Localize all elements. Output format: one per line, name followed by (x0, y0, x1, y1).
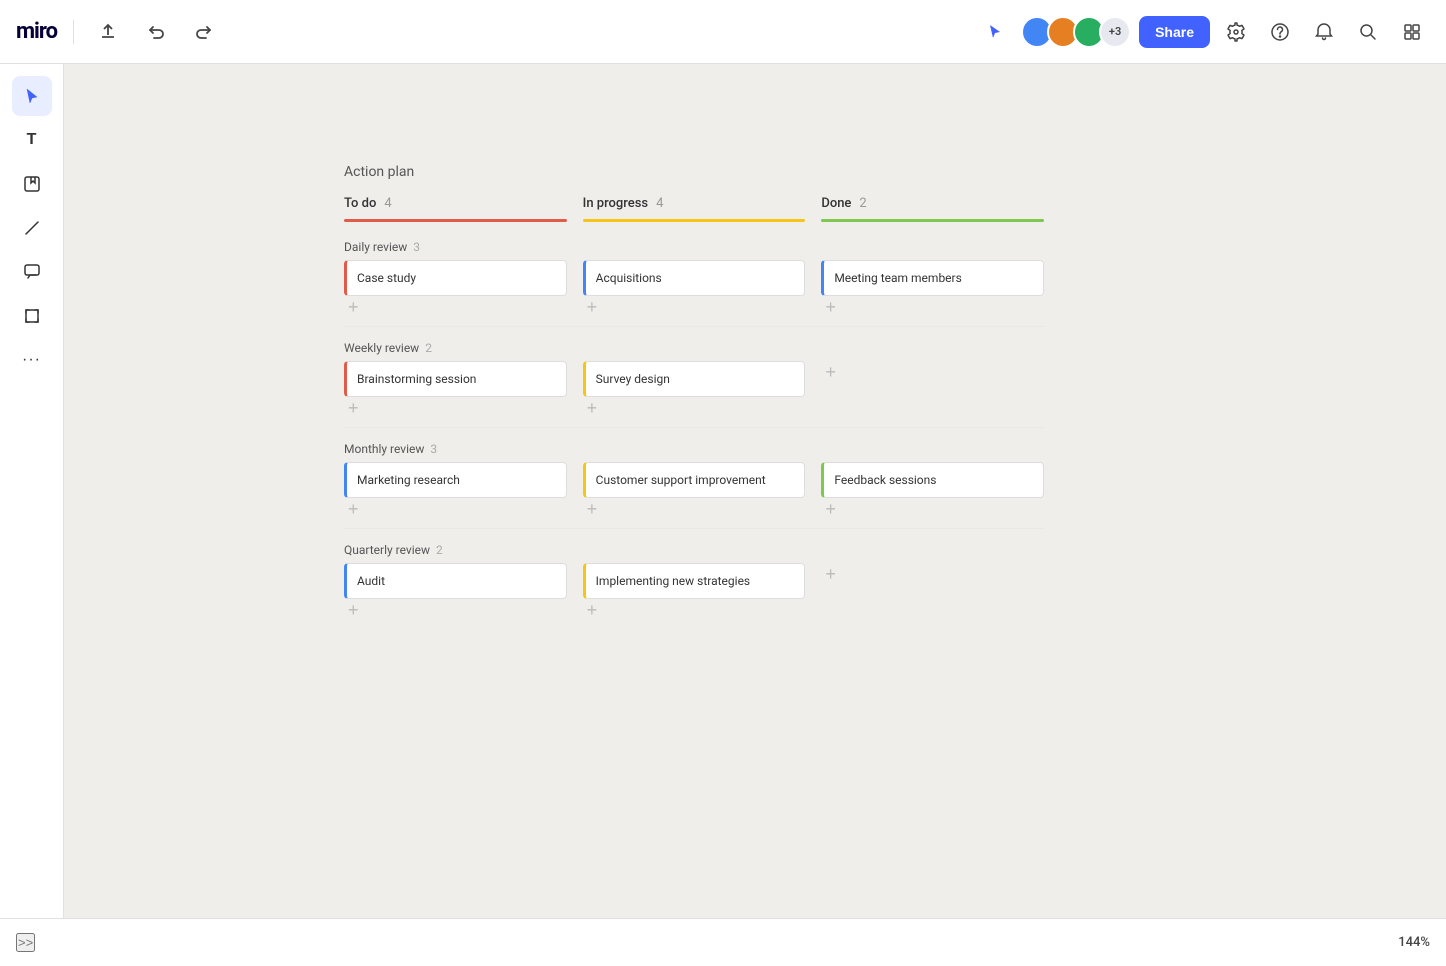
col-header-inprogress: In progress 4 (583, 196, 806, 222)
search-icon-button[interactable] (1350, 14, 1386, 50)
swimlane-daily-label: Daily review (344, 240, 407, 254)
card-meeting-team[interactable]: Meeting team members (821, 260, 1044, 296)
swimlane-quarterly-label: Quarterly review (344, 543, 430, 557)
card-marketing-research[interactable]: Marketing research (344, 462, 567, 498)
add-card-weekly-inprogress[interactable]: + (583, 397, 602, 419)
more-tools-label: ··· (22, 351, 41, 369)
add-card-quarterly-inprogress[interactable]: + (583, 599, 602, 621)
col-inprogress-label: In progress (583, 196, 648, 211)
col-inprogress-count: 4 (656, 196, 663, 211)
share-button[interactable]: Share (1139, 16, 1210, 48)
add-card-daily-done[interactable]: + (821, 296, 840, 318)
zoom-level: 144% (1398, 935, 1430, 950)
toolbar-right: +3 Share (977, 14, 1430, 50)
swimlane-monthly-label: Monthly review (344, 442, 424, 456)
frame-tool[interactable] (12, 296, 52, 336)
divider-1 (344, 326, 1044, 327)
swimlane-quarterly-count: 2 (436, 543, 443, 557)
add-card-daily-todo[interactable]: + (344, 296, 363, 318)
col-inprogress-line (583, 219, 806, 222)
swimlane-weekly-label: Weekly review (344, 341, 419, 355)
swimlane-monthly: Monthly review 3 Marketing research + Cu… (344, 432, 1044, 520)
card-audit[interactable]: Audit (344, 563, 567, 599)
card-customer-support[interactable]: Customer support improvement (583, 462, 806, 498)
text-tool[interactable]: T (12, 120, 52, 160)
text-tool-label: T (27, 131, 37, 149)
comment-tool[interactable] (12, 252, 52, 292)
expand-button[interactable]: >> (16, 933, 35, 952)
miro-logo: miro (16, 19, 57, 44)
swimlane-weekly: Weekly review 2 Brainstorming session + … (344, 331, 1044, 419)
settings-icon-button[interactable] (1218, 14, 1254, 50)
swimlane-daily-count: 3 (413, 240, 420, 254)
divider-2 (344, 427, 1044, 428)
toolbar-separator (73, 20, 74, 44)
swimlane-quarterly: Quarterly review 2 Audit + Implementing … (344, 533, 1044, 621)
help-icon-button[interactable] (1262, 14, 1298, 50)
divider-3 (344, 528, 1044, 529)
card-survey-design[interactable]: Survey design (583, 361, 806, 397)
col-header-todo: To do 4 (344, 196, 567, 222)
col-todo-label: To do (344, 196, 376, 211)
col-todo-count: 4 (384, 196, 391, 211)
card-acquisitions[interactable]: Acquisitions (583, 260, 806, 296)
add-card-monthly-todo[interactable]: + (344, 498, 363, 520)
col-todo-line (344, 219, 567, 222)
top-toolbar: miro (0, 0, 1446, 64)
card-case-study[interactable]: Case study (344, 260, 567, 296)
add-card-monthly-inprogress[interactable]: + (583, 498, 602, 520)
expand-icon: >> (18, 935, 33, 950)
canvas-area: Action plan To do 4 In progress 4 Done (64, 64, 1446, 918)
avatar-group: +3 (1021, 16, 1131, 48)
add-card-quarterly-todo[interactable]: + (344, 599, 363, 621)
export-button[interactable] (90, 14, 126, 50)
undo-button[interactable] (138, 14, 174, 50)
more-tools[interactable]: ··· (12, 340, 52, 380)
left-sidebar: T ··· (0, 64, 64, 918)
redo-button[interactable] (186, 14, 222, 50)
col-done-count: 2 (859, 196, 866, 211)
add-card-weekly-todo[interactable]: + (344, 397, 363, 419)
toolbar-left: miro (16, 14, 222, 50)
avatar-count: +3 (1099, 16, 1131, 48)
sticky-note-tool[interactable] (12, 164, 52, 204)
select-tool[interactable] (12, 76, 52, 116)
kanban-board: Action plan To do 4 In progress 4 Done (344, 164, 1044, 629)
add-card-quarterly-done[interactable]: + (821, 563, 840, 585)
col-done-label: Done (821, 196, 851, 211)
cursor-icon-button[interactable] (977, 14, 1013, 50)
board-title: Action plan (344, 164, 1044, 180)
swimlane-monthly-count: 3 (430, 442, 437, 456)
col-header-done: Done 2 (821, 196, 1044, 222)
card-feedback-sessions[interactable]: Feedback sessions (821, 462, 1044, 498)
bottom-bar: >> 144% (0, 918, 1446, 966)
swimlane-weekly-count: 2 (425, 341, 432, 355)
swimlane-daily: Daily review 3 Case study + Acquisitions… (344, 230, 1044, 318)
col-done-line (821, 219, 1044, 222)
notifications-icon-button[interactable] (1306, 14, 1342, 50)
add-card-weekly-done[interactable]: + (821, 361, 840, 383)
line-tool[interactable] (12, 208, 52, 248)
add-card-daily-inprogress[interactable]: + (583, 296, 602, 318)
columns-header: To do 4 In progress 4 Done 2 (344, 196, 1044, 222)
card-implementing-strategies[interactable]: Implementing new strategies (583, 563, 806, 599)
board-menu-button[interactable] (1394, 14, 1430, 50)
card-brainstorming[interactable]: Brainstorming session (344, 361, 567, 397)
add-card-monthly-done[interactable]: + (821, 498, 840, 520)
